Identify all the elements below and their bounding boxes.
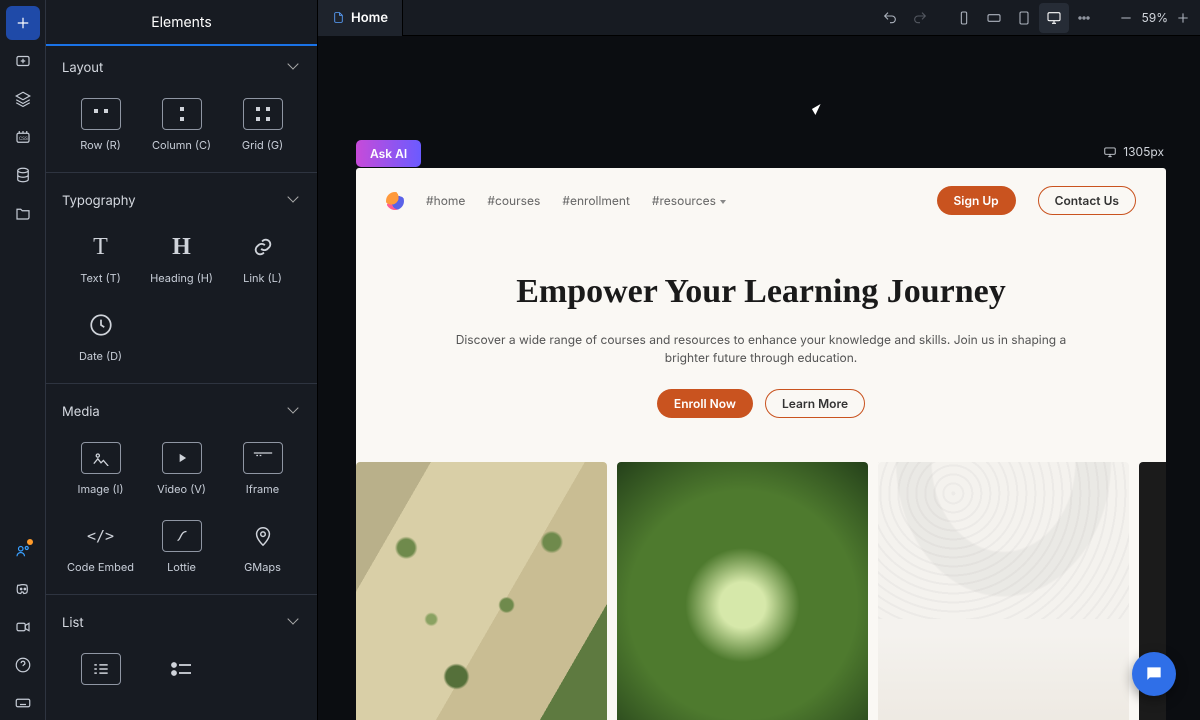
element-row[interactable]: Row (R) [62, 88, 139, 162]
contact-button[interactable]: Contact Us [1038, 186, 1136, 215]
section-header-media[interactable]: Media [62, 404, 301, 420]
design-canvas[interactable]: Ask AI 1305px #home #courses #enrollment… [318, 36, 1200, 720]
ask-ai-button[interactable]: Ask AI [356, 140, 421, 167]
rail-help[interactable] [6, 648, 40, 682]
rail-add[interactable] [6, 6, 40, 40]
notification-dot-icon [27, 539, 33, 545]
mouse-cursor-icon [813, 106, 827, 124]
site-logo-icon[interactable] [386, 192, 404, 210]
undo-button[interactable] [875, 3, 905, 33]
nav-resources[interactable]: #resources [652, 193, 726, 208]
viewport-tablet-landscape[interactable] [979, 3, 1009, 33]
element-list-a[interactable] [62, 643, 139, 695]
section-list: List [46, 601, 317, 699]
redo-button[interactable] [905, 3, 935, 33]
section-header-list[interactable]: List [62, 615, 301, 631]
rail-css[interactable]: CSS [6, 120, 40, 154]
viewport-tablet[interactable] [1009, 3, 1039, 33]
gallery-image-1[interactable] [356, 462, 607, 720]
rail-keyboard[interactable] [6, 686, 40, 720]
chevron-down-icon [289, 617, 301, 629]
element-gmaps[interactable]: GMaps [224, 510, 301, 584]
more-viewports[interactable] [1069, 3, 1099, 33]
hero-section: Empower Your Learning Journey Discover a… [356, 233, 1166, 448]
rail-discord[interactable] [6, 572, 40, 606]
hero-text[interactable]: Discover a wide range of courses and res… [441, 331, 1081, 367]
element-list-b[interactable] [143, 643, 220, 695]
tab-label: Home [351, 10, 388, 26]
image-gallery [356, 448, 1166, 720]
site-header: #home #courses #enrollment #resources Si… [356, 168, 1166, 233]
section-header-typography[interactable]: Typography [62, 193, 301, 209]
elements-panel: Elements Layout Row (R) Column (C) Grid … [46, 0, 318, 720]
chevron-down-icon [289, 406, 301, 418]
signup-button[interactable]: Sign Up [937, 186, 1016, 215]
zoom-out[interactable] [1115, 3, 1137, 33]
zoom-in[interactable] [1172, 3, 1194, 33]
file-icon [332, 11, 345, 24]
element-lottie[interactable]: Lottie [143, 510, 220, 584]
top-bar: Home 59% [318, 0, 1200, 36]
enroll-button[interactable]: Enroll Now [657, 389, 753, 418]
viewport-desktop[interactable] [1039, 3, 1069, 33]
section-header-layout[interactable]: Layout [62, 60, 301, 76]
element-heading[interactable]: HHeading (H) [143, 221, 220, 295]
hero-title[interactable]: Empower Your Learning Journey [436, 273, 1086, 311]
panel-title: Elements [46, 0, 317, 46]
rail-insert-section[interactable] [6, 44, 40, 78]
viewport-mobile[interactable] [949, 3, 979, 33]
nav-enrollment[interactable]: #enrollment [562, 193, 630, 208]
rail-data[interactable] [6, 158, 40, 192]
element-image[interactable]: Image (I) [62, 432, 139, 506]
preview-page[interactable]: #home #courses #enrollment #resources Si… [356, 168, 1166, 720]
gallery-image-2[interactable] [617, 462, 868, 720]
page-tab-home[interactable]: Home [318, 0, 403, 36]
element-video[interactable]: Video (V) [143, 432, 220, 506]
element-column[interactable]: Column (C) [143, 88, 220, 162]
rail-layers[interactable] [6, 82, 40, 116]
element-iframe[interactable]: Iframe [224, 432, 301, 506]
section-layout: Layout Row (R) Column (C) Grid (G) [46, 46, 317, 166]
element-date[interactable]: Date (D) [62, 299, 139, 373]
gallery-image-3[interactable] [878, 462, 1129, 720]
section-typography: Typography TText (T) HHeading (H) Link (… [46, 179, 317, 377]
zoom-value[interactable]: 59% [1141, 10, 1168, 25]
monitor-icon [1103, 146, 1117, 158]
rail-team[interactable] [6, 534, 40, 568]
nav-courses[interactable]: #courses [487, 193, 540, 208]
tool-rail: CSS [0, 0, 46, 720]
chat-icon [1144, 664, 1164, 684]
section-title: List [62, 615, 84, 631]
rail-video[interactable] [6, 610, 40, 644]
nav-home[interactable]: #home [426, 193, 465, 208]
chat-fab[interactable] [1132, 652, 1176, 696]
element-code-embed[interactable]: </>Code Embed [62, 510, 139, 584]
element-link[interactable]: Link (L) [224, 221, 301, 295]
learn-more-button[interactable]: Learn More [765, 389, 865, 418]
chevron-down-icon [289, 195, 301, 207]
chevron-down-icon [289, 62, 301, 74]
svg-text:CSS: CSS [18, 136, 27, 142]
section-media: Media Image (I) Video (V) Iframe </>Code… [46, 390, 317, 588]
section-title: Typography [62, 193, 136, 209]
element-grid[interactable]: Grid (G) [224, 88, 301, 162]
element-text[interactable]: TText (T) [62, 221, 139, 295]
viewport-size-indicator[interactable]: 1305px [1103, 144, 1164, 159]
zoom-control: 59% [1115, 3, 1194, 33]
rail-files[interactable] [6, 196, 40, 230]
section-title: Media [62, 404, 100, 420]
section-title: Layout [62, 60, 103, 76]
